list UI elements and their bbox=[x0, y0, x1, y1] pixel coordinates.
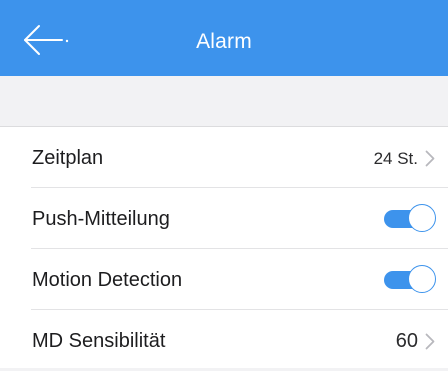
schedule-row[interactable]: Zeitplan 24 St. bbox=[0, 127, 448, 188]
schedule-label: Zeitplan bbox=[32, 147, 104, 169]
settings-list: Zeitplan 24 St. Push-Mitteilung Motion D… bbox=[0, 126, 448, 368]
md-sensitivity-row[interactable]: MD Sensibilität 60 bbox=[0, 310, 448, 371]
motion-detection-toggle[interactable] bbox=[384, 265, 436, 295]
chevron-right-icon bbox=[425, 150, 435, 167]
schedule-value: 24 St. bbox=[373, 149, 418, 168]
toggle-knob bbox=[408, 265, 436, 293]
chevron-right-icon bbox=[425, 333, 435, 350]
push-notification-label: Push-Mitteilung bbox=[32, 208, 170, 230]
push-notification-row: Push-Mitteilung bbox=[0, 188, 448, 249]
page-title: Alarm bbox=[196, 30, 252, 53]
nav-header: Alarm bbox=[0, 0, 448, 76]
motion-detection-label: Motion Detection bbox=[32, 269, 183, 291]
md-sensitivity-value: 60 bbox=[395, 330, 418, 352]
md-sensitivity-label: MD Sensibilität bbox=[32, 330, 166, 352]
toggle-knob bbox=[408, 204, 436, 232]
motion-detection-row: Motion Detection bbox=[0, 249, 448, 310]
push-notification-toggle[interactable] bbox=[384, 204, 436, 234]
